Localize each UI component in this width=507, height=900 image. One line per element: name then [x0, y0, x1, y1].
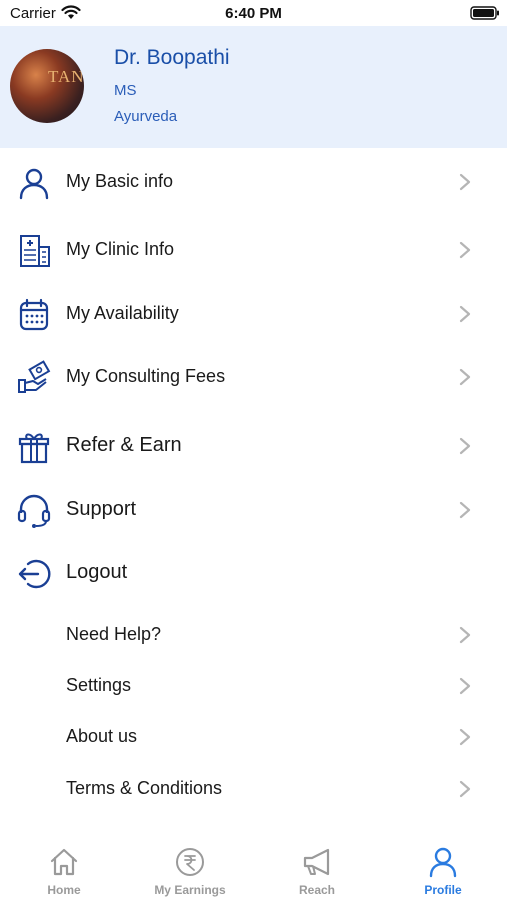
chevron-right-icon [459, 501, 471, 519]
menu-label-terms: Terms & Conditions [66, 778, 223, 798]
tab-label-my-earnings: My Earnings [154, 883, 226, 897]
menu-item-refer-earn[interactable]: Refer & Earn [0, 421, 507, 471]
menu-item-basic-info[interactable]: My Basic info [0, 157, 507, 207]
profile-header[interactable]: TANI Dr. Boopathi MS Ayurveda [0, 26, 507, 148]
menu-item-availability[interactable]: My Availability [0, 289, 507, 339]
menu-label-basic-info: My Basic info [66, 171, 174, 191]
menu-item-support[interactable]: Support [0, 485, 507, 535]
tab-label-home: Home [47, 883, 81, 897]
chevron-right-icon [459, 626, 471, 644]
menu-item-settings[interactable]: Settings [0, 661, 507, 711]
tab-label-reach: Reach [298, 883, 336, 897]
menu-label-clinic-info: My Clinic Info [66, 239, 175, 259]
doctor-degree: MS [114, 82, 137, 99]
menu-item-need-help[interactable]: Need Help? [0, 610, 507, 660]
tab-reach[interactable]: Reach [267, 846, 367, 900]
menu-label-consulting-fees: My Consulting Fees [66, 366, 226, 386]
tab-profile[interactable]: Profile [393, 846, 493, 900]
calendar-icon [19, 298, 49, 331]
user-icon [19, 168, 49, 200]
menu-label-settings: Settings [66, 675, 132, 695]
status-time: 6:40 PM [225, 5, 282, 22]
doctor-name: Dr. Boopathi [114, 46, 230, 69]
chevron-right-icon [459, 677, 471, 695]
hand-money-icon [18, 360, 51, 393]
tab-label-profile: Profile [424, 883, 462, 897]
chevron-right-icon [459, 780, 471, 798]
chevron-right-icon [459, 305, 471, 323]
menu-label-availability: My Availability [66, 303, 179, 323]
menu-label-support: Support [66, 498, 137, 520]
menu-item-consulting-fees[interactable]: My Consulting Fees [0, 352, 507, 402]
clinic-building-icon [20, 235, 50, 267]
doctor-specialty: Ayurveda [114, 108, 178, 125]
gift-icon [18, 433, 50, 464]
chevron-right-icon [459, 368, 471, 386]
menu-item-terms[interactable]: Terms & Conditions [0, 764, 507, 814]
tab-bar: Home My Earnings Reach Profile [0, 836, 507, 900]
profile-icon [429, 847, 457, 878]
megaphone-icon [303, 848, 330, 876]
menu-label-about-us: About us [66, 726, 138, 746]
chevron-right-icon [459, 728, 471, 746]
home-icon [50, 848, 78, 876]
status-bar: Carrier 6:40 PM [0, 0, 507, 26]
chevron-right-icon [459, 241, 471, 259]
chevron-right-icon [459, 437, 471, 455]
tab-home[interactable]: Home [14, 846, 114, 900]
menu-label-logout: Logout [66, 561, 128, 583]
menu-item-clinic-info[interactable]: My Clinic Info [0, 225, 507, 275]
menu-label-refer-earn: Refer & Earn [66, 434, 182, 456]
battery-icon [470, 6, 499, 20]
avatar-image-text: TANI [48, 67, 84, 86]
menu-label-need-help: Need Help? [66, 624, 162, 644]
headset-icon [17, 494, 51, 528]
rupee-icon [176, 848, 204, 876]
logout-icon [18, 559, 51, 589]
menu-item-about-us[interactable]: About us [0, 712, 507, 762]
tab-my-earnings[interactable]: My Earnings [140, 846, 240, 900]
menu-item-logout[interactable]: Logout [0, 548, 507, 598]
avatar[interactable]: TANI [10, 49, 84, 123]
chevron-right-icon [459, 173, 471, 191]
